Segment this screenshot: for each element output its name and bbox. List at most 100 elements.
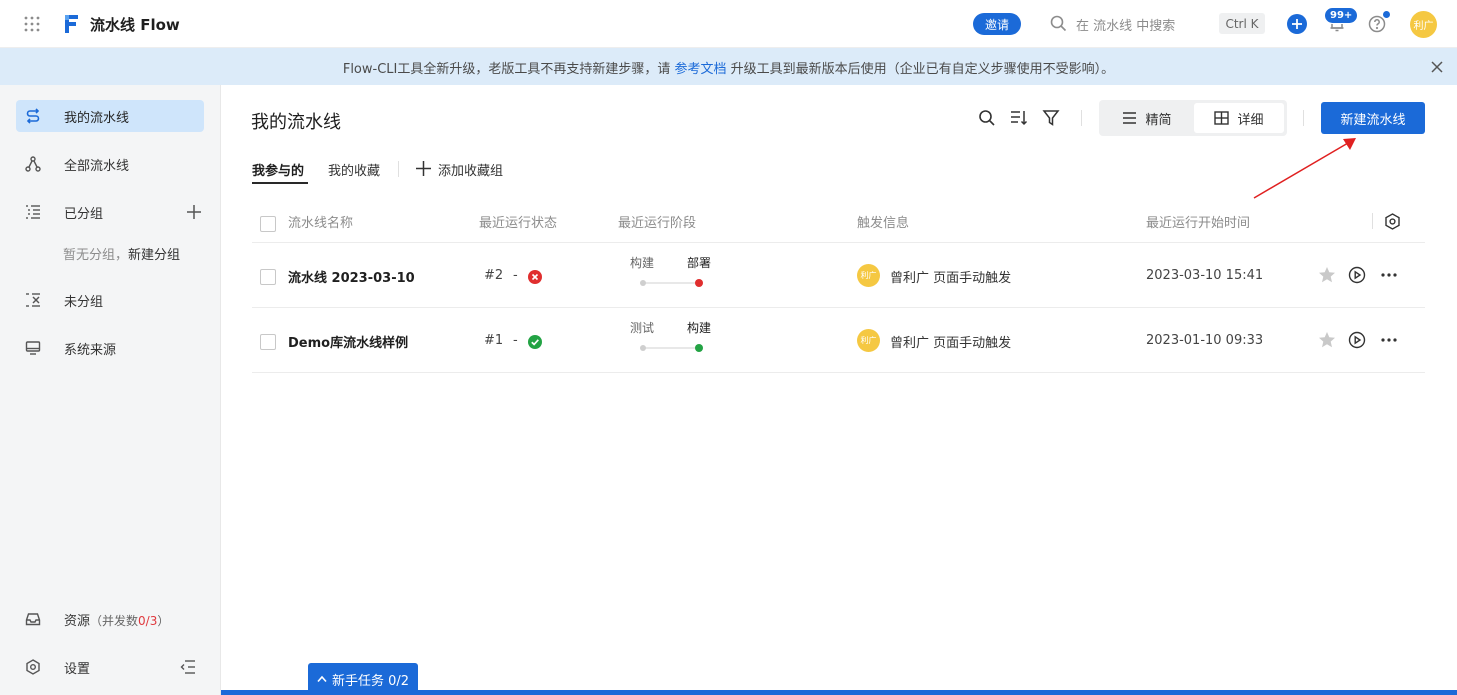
trigger-user-avatar: 利广 (857, 264, 880, 287)
notification-count-badge: 99+ (1324, 7, 1359, 24)
row-checkbox[interactable] (260, 269, 276, 285)
row-checkbox[interactable] (260, 334, 276, 350)
sidebar-item-label: 已分组 (64, 206, 104, 222)
close-icon[interactable] (1430, 60, 1444, 74)
more-icon[interactable] (1380, 331, 1398, 349)
stage-progress (640, 279, 703, 287)
header-divider (1372, 213, 1373, 229)
pipeline-icon (25, 108, 41, 124)
sidebar-item-settings[interactable]: 设置 (16, 651, 176, 683)
invite-button[interactable]: 邀请 (973, 13, 1021, 35)
view-detail-label: 详细 (1237, 112, 1264, 128)
view-detail-option[interactable]: 详细 (1194, 103, 1284, 133)
run-number[interactable]: #1 (484, 333, 503, 348)
resources-prefix: （并发数 (90, 613, 139, 628)
sidebar-item-label: 设置 (64, 661, 91, 677)
run-number[interactable]: #2 (484, 268, 503, 283)
run-play-icon[interactable] (1348, 266, 1366, 284)
sidebar-item-all-pipelines[interactable]: 全部流水线 (16, 148, 204, 180)
stage-label: 测试 (630, 321, 655, 335)
help-icon[interactable] (1368, 15, 1386, 33)
global-search-input[interactable]: 在 流水线 中搜索 (1076, 15, 1175, 34)
list-icon (1123, 112, 1137, 124)
view-mode-toggle: 精简 详细 (1099, 100, 1287, 136)
monitor-icon (25, 340, 41, 356)
trigger-info: 曾利广 页面手动触发 (890, 271, 1012, 286)
tab-favorites[interactable]: 我的收藏 (328, 160, 380, 179)
new-group-link[interactable]: 新建分组 (128, 248, 180, 263)
view-simple-option[interactable]: 精简 (1102, 103, 1192, 133)
trigger-user-avatar: 利广 (857, 329, 880, 352)
nodes-icon (25, 156, 41, 172)
resources-suffix: ） (157, 613, 170, 628)
search-icon (1050, 15, 1067, 32)
success-status-icon (528, 335, 542, 349)
sidebar-item-label: 未分组 (64, 294, 104, 310)
select-all-checkbox[interactable] (260, 216, 276, 232)
beginner-tasks-label: 新手任务 0/2 (331, 673, 410, 689)
trigger-info: 曾利广 页面手动触发 (890, 336, 1012, 351)
sidebar-item-ungrouped[interactable]: 未分组 (16, 284, 204, 316)
column-header-trigger: 触发信息 (857, 216, 910, 231)
stage-label: 构建 (687, 321, 712, 335)
sidebar-item-resources[interactable]: 资源（并发数0/3） (16, 603, 204, 635)
annotation-arrow (1253, 138, 1356, 199)
page-title: 我的流水线 (251, 112, 341, 133)
chevron-up-icon (317, 675, 327, 683)
table-divider (252, 372, 1425, 373)
column-settings-icon[interactable] (1384, 213, 1401, 230)
announcement-bar: Flow-CLI工具全新升级，老版工具不再支持新建步骤，请 参考文档 升级工具到… (0, 48, 1457, 85)
sort-icon[interactable] (1010, 109, 1028, 127)
search-shortcut-badge: Ctrl K (1219, 13, 1265, 34)
search-icon[interactable] (978, 109, 996, 127)
new-pipeline-button[interactable]: 新建流水线 (1321, 102, 1425, 134)
sidebar-item-label: 全部流水线 (64, 158, 130, 174)
list-x-icon (25, 292, 41, 308)
collapse-sidebar-icon[interactable] (180, 659, 196, 675)
star-icon[interactable] (1318, 331, 1336, 349)
failed-status-icon (528, 270, 542, 284)
create-plus-button[interactable] (1287, 14, 1307, 34)
sidebar-item-system-source[interactable]: 系统来源 (16, 332, 204, 364)
empty-group-hint: 暂无分组，新建分组 (63, 244, 180, 263)
column-header-status: 最近运行状态 (479, 216, 558, 231)
add-favorite-group-link[interactable]: 添加收藏组 (438, 160, 503, 179)
add-favorite-group-icon[interactable] (416, 161, 431, 176)
run-dash: - (513, 333, 518, 348)
apps-grid-icon[interactable] (24, 16, 40, 32)
notice-doc-link[interactable]: 参考文档 (675, 62, 727, 77)
stage-label: 部署 (687, 256, 712, 270)
start-time: 2023-03-10 15:41 (1146, 268, 1264, 283)
column-header-start-time: 最近运行开始时间 (1146, 216, 1251, 231)
sidebar-item-grouped[interactable]: 已分组 (16, 196, 204, 228)
notice-text-before: Flow-CLI工具全新升级，老版工具不再支持新建步骤，请 (342, 62, 675, 77)
more-icon[interactable] (1380, 266, 1398, 284)
add-group-icon[interactable] (186, 204, 202, 220)
run-play-icon[interactable] (1348, 331, 1366, 349)
pipeline-name[interactable]: Demo库流水线样例 (288, 332, 408, 351)
tab-participated[interactable]: 我参与的 (252, 160, 304, 179)
active-tab-indicator (252, 182, 308, 184)
sidebar-item-my-pipelines[interactable]: 我的流水线 (16, 100, 204, 132)
app-title: 流水线 Flow (90, 16, 180, 34)
stage-progress (640, 344, 703, 352)
user-avatar[interactable]: 利广 (1410, 11, 1437, 38)
sidebar-item-label: 我的流水线 (64, 110, 130, 126)
toolbar-divider (1081, 110, 1082, 126)
beginner-tasks-button[interactable]: 新手任务 0/2 (308, 663, 418, 695)
toolbar-divider (1303, 110, 1304, 126)
sidebar-item-label: 系统来源 (64, 342, 117, 358)
grid-icon (1214, 111, 1230, 125)
list-icon (25, 204, 41, 220)
run-dash: - (513, 268, 518, 283)
filter-icon[interactable] (1042, 109, 1060, 127)
settings-hex-icon (25, 659, 41, 675)
flow-logo-icon (62, 13, 80, 35)
star-icon[interactable] (1318, 266, 1336, 284)
resources-label: 资源 (64, 613, 91, 629)
column-header-name: 流水线名称 (288, 216, 354, 231)
start-time: 2023-01-10 09:33 (1146, 333, 1264, 348)
pipeline-name[interactable]: 流水线 2023-03-10 (288, 267, 415, 286)
notice-text-after: 升级工具到最新版本后使用（企业已有自定义步骤使用不受影响）。 (726, 62, 1115, 77)
stage-label: 构建 (630, 256, 655, 270)
